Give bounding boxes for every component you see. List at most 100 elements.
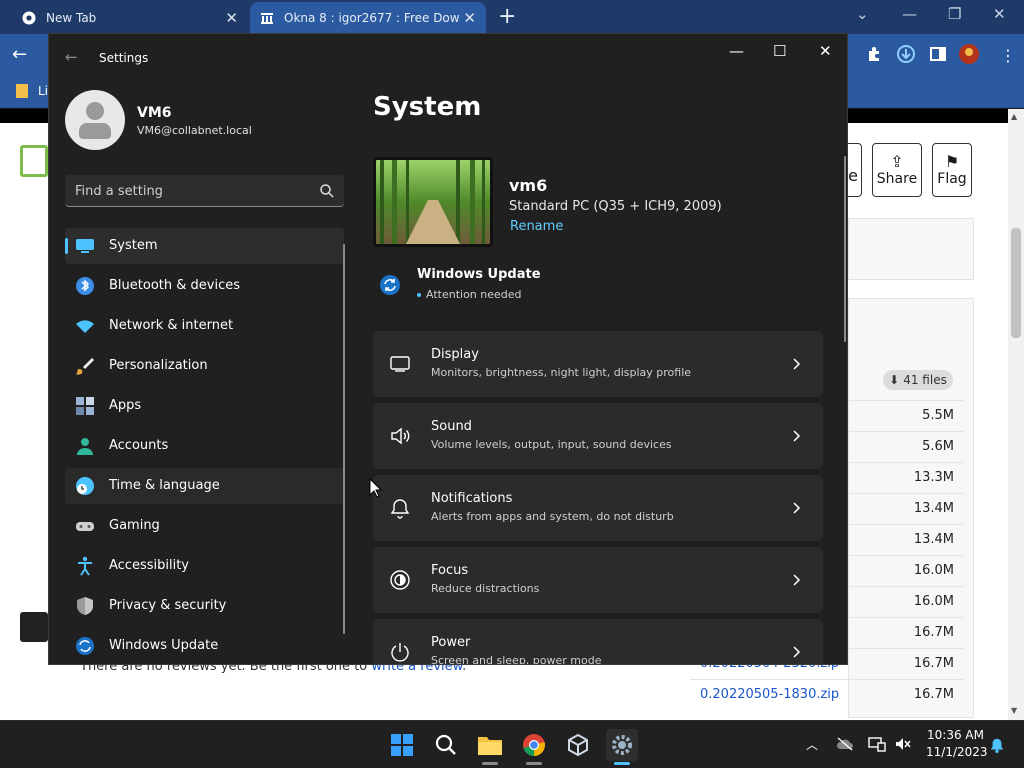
sidebar-item-label: Bluetooth & devices	[109, 278, 240, 293]
sidebar-item-personalization[interactable]: Personalization	[65, 348, 344, 384]
sidebar-item-label: Network & internet	[109, 318, 234, 333]
side-panel-icon[interactable]	[930, 46, 946, 66]
minimize-icon[interactable]: —	[729, 42, 744, 60]
page-scrollbar-thumb[interactable]	[1011, 228, 1021, 338]
file-size: 16.0M	[913, 594, 954, 609]
settings-taskbar-button[interactable]	[606, 729, 638, 761]
sidebar-item-label: Apps	[109, 398, 142, 413]
tab-okna[interactable]: Okna 8 : igor2677 : Free Downlo ✕	[250, 2, 486, 34]
settings-card-notifications[interactable]: Notifications Alerts from apps and system…	[373, 475, 823, 541]
back-arrow-icon[interactable]: ←	[12, 44, 27, 65]
windows-update-status: Attention needed	[417, 288, 522, 301]
sidebar-item-system[interactable]: System	[65, 228, 344, 264]
windows-update-title[interactable]: Windows Update	[417, 267, 541, 282]
close-icon[interactable]: ✕	[819, 42, 832, 60]
sidebar-item-apps[interactable]: Apps	[65, 388, 344, 424]
avatar-body	[79, 123, 111, 139]
volume-muted-icon[interactable]	[894, 736, 912, 752]
file-explorer-button[interactable]	[474, 729, 506, 761]
chat-icon[interactable]	[20, 612, 48, 642]
speaker-icon	[389, 425, 411, 447]
sidebar-item-network-and-internet[interactable]: Network & internet	[65, 308, 344, 344]
sidebar-item-label: Privacy & security	[109, 598, 227, 613]
close-icon[interactable]: ✕	[993, 5, 1006, 23]
scroll-down-icon[interactable]: ▼	[1011, 706, 1017, 715]
card-subtitle: Screen and sleep, power mode	[431, 654, 602, 665]
chevron-down-icon[interactable]: ⌄	[856, 5, 869, 23]
close-icon[interactable]: ✕	[225, 10, 238, 26]
download-icon[interactable]	[896, 44, 916, 68]
sidebar-item-bluetooth-and-devices[interactable]: Bluetooth & devices	[65, 268, 344, 304]
page-scrollbar[interactable]	[1008, 109, 1024, 720]
user-name: VM6	[137, 105, 172, 121]
update-icon[interactable]	[379, 274, 401, 296]
card-title: Display	[431, 347, 479, 362]
flag-button[interactable]: ⚑ Flag	[932, 143, 972, 197]
sidebar-item-privacy-and-security[interactable]: Privacy & security	[65, 588, 344, 624]
rename-link[interactable]: Rename	[510, 219, 563, 234]
device-name: vm6	[509, 176, 548, 195]
back-arrow-icon[interactable]: ←	[65, 48, 78, 66]
bluetooth-icon	[75, 276, 95, 296]
chrome-taskbar-button[interactable]	[518, 729, 550, 761]
flag-icon: ⚑	[944, 152, 960, 171]
start-button[interactable]	[386, 729, 418, 761]
restore-icon[interactable]: ❐	[948, 5, 961, 23]
virtualbox-button[interactable]	[562, 729, 594, 761]
file-name-link[interactable]: 0.20220505-1830.zip	[700, 687, 839, 702]
settings-card-power[interactable]: Power Screen and sleep, power mode	[373, 619, 823, 665]
windows-logo-icon	[391, 734, 413, 756]
clock-time[interactable]: 10:36 AM	[926, 728, 984, 742]
share-button[interactable]: ⇪ Share	[872, 143, 922, 197]
search-input[interactable]	[75, 181, 315, 201]
search-box[interactable]	[65, 175, 344, 207]
sidebar-item-accounts[interactable]: Accounts	[65, 428, 344, 464]
archive-icon	[260, 11, 274, 25]
sidebar-item-windows-update[interactable]: Windows Update	[65, 628, 344, 664]
settings-card-focus[interactable]: Focus Reduce distractions	[373, 547, 823, 613]
new-tab-button[interactable]: +	[498, 5, 516, 29]
mouse-cursor-icon	[369, 478, 383, 498]
nav-scrollbar[interactable]	[343, 244, 345, 634]
main-scrollbar[interactable]	[844, 156, 846, 342]
close-icon[interactable]: ✕	[463, 10, 476, 26]
sidebar-item-gaming[interactable]: Gaming	[65, 508, 344, 544]
sidebar-panel	[848, 218, 974, 280]
table-row: 0.20220505-1830.zip 16.7M	[690, 679, 964, 710]
chevron-up-icon[interactable]: ︿	[806, 736, 824, 752]
search-button[interactable]	[430, 729, 462, 761]
profile-avatar-icon[interactable]	[958, 43, 980, 69]
settings-card-display[interactable]: Display Monitors, brightness, night light…	[373, 331, 823, 397]
chevron-right-icon	[793, 430, 801, 442]
kebab-menu-icon[interactable]: ⋮	[1000, 46, 1016, 65]
tab-title: Okna 8 : igor2677 : Free Downlo	[284, 11, 460, 25]
settings-window: ← Settings — ☐ ✕ VM6 VM6@collabnet.local…	[48, 33, 848, 665]
download-icon: ⬇	[889, 373, 900, 387]
cloud-offline-icon[interactable]	[836, 736, 854, 752]
page-title: System	[373, 92, 482, 122]
files-count-badge[interactable]: ⬇ 41 files	[883, 370, 953, 390]
sidebar-item-accessibility[interactable]: Accessibility	[65, 548, 344, 584]
file-size: 16.7M	[913, 656, 954, 671]
sidebar-item-time-and-language[interactable]: Time & language	[65, 468, 344, 504]
extensions-icon[interactable]	[866, 46, 882, 66]
globe-clock-icon	[75, 476, 95, 496]
tab-new-tab[interactable]: New Tab ✕	[12, 2, 248, 34]
settings-card-sound[interactable]: Sound Volume levels, output, input, sound…	[373, 403, 823, 469]
notification-bell-icon[interactable]	[988, 737, 1006, 753]
browser-tab-strip: New Tab ✕ Okna 8 : igor2677 : Free Downl…	[0, 0, 1024, 34]
bell-icon	[389, 497, 411, 519]
avatar[interactable]	[65, 90, 125, 150]
clock-date[interactable]: 11/1/2023	[926, 745, 988, 759]
card-subtitle: Monitors, brightness, night light, displ…	[431, 366, 692, 379]
network-icon[interactable]	[868, 736, 886, 752]
card-subtitle: Alerts from apps and system, do not dist…	[431, 510, 674, 523]
active-indicator	[614, 762, 630, 765]
search-icon[interactable]	[319, 183, 335, 199]
bookmark-label[interactable]: Li	[38, 84, 48, 98]
scroll-up-icon[interactable]: ▲	[1011, 112, 1017, 121]
minimize-icon[interactable]: —	[902, 5, 917, 23]
maximize-icon[interactable]: ☐	[773, 42, 786, 60]
gamepad-icon	[75, 516, 95, 536]
display-icon	[389, 353, 411, 375]
